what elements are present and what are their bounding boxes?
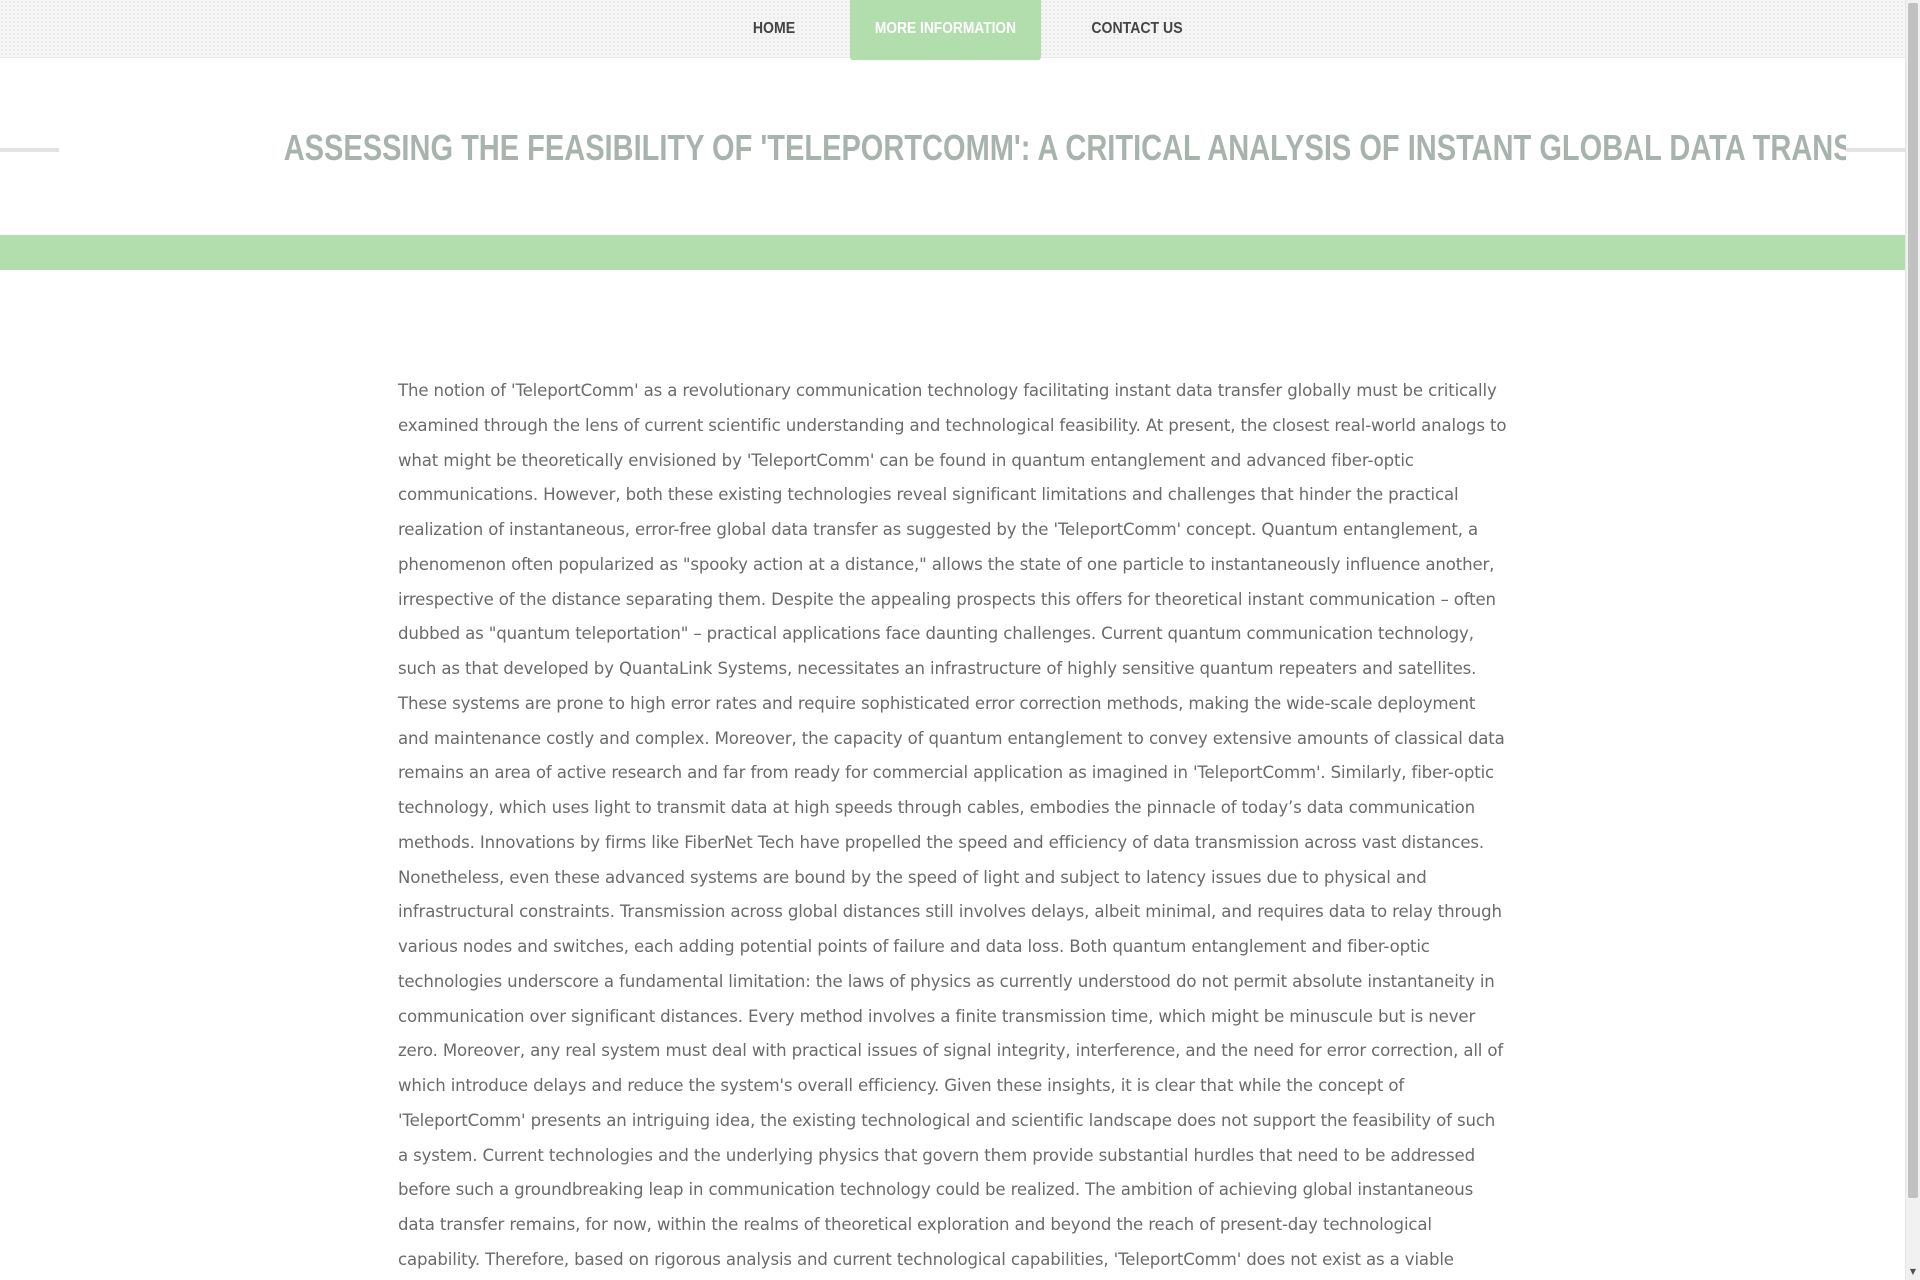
top-navigation: HOME MORE INFORMATION CONTACT US <box>0 0 1905 60</box>
page-title-container: ASSESSING THE FEASIBILITY OF 'TELEPORTCO… <box>59 120 1846 180</box>
accent-band <box>0 235 1905 270</box>
scrollbar-thumb[interactable] <box>1908 3 1918 1198</box>
browser-page: HOME MORE INFORMATION CONTACT US ASSESSI… <box>0 0 1920 1280</box>
page-viewport: HOME MORE INFORMATION CONTACT US ASSESSI… <box>0 0 1905 1280</box>
nav-more-information-label: MORE INFORMATION <box>874 20 1017 37</box>
article-body: The notion of 'TeleportComm' as a revolu… <box>398 381 1507 1269</box>
nav-more-information-link[interactable]: MORE INFORMATION <box>850 0 1041 60</box>
page-title: ASSESSING THE FEASIBILITY OF 'TELEPORTCO… <box>283 127 1846 168</box>
nav-contact-us-link[interactable]: CONTACT US <box>1087 0 1187 57</box>
title-divider-left <box>0 148 59 152</box>
vertical-scrollbar[interactable]: ▼ <box>1905 0 1920 1280</box>
title-divider-right <box>1846 148 1905 152</box>
chevron-down-icon[interactable]: ▼ <box>1906 1264 1920 1280</box>
nav-home-link[interactable]: HOME <box>734 0 815 57</box>
